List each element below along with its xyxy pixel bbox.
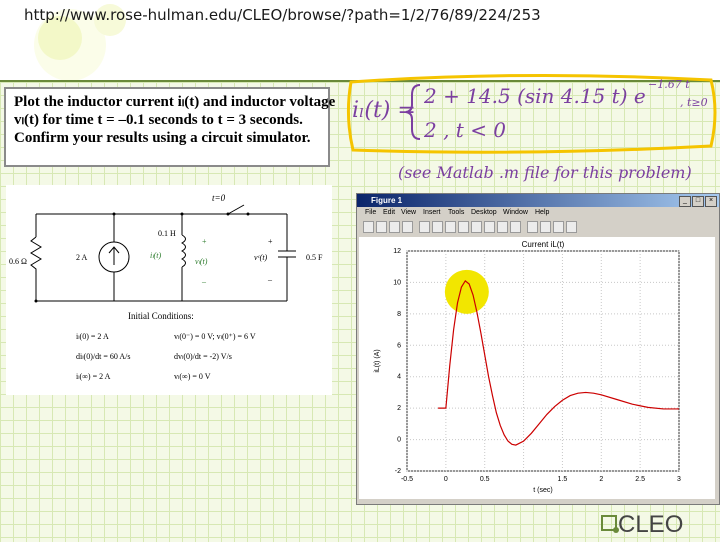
menu-help[interactable]: Help xyxy=(535,209,549,216)
equation-lhs: iₗ(t) = xyxy=(352,98,416,123)
pan-icon[interactable] xyxy=(458,221,469,233)
rotate-icon[interactable] xyxy=(471,221,482,233)
matlab-note: (see Matlab .m file for this problem) xyxy=(398,163,692,182)
condition-vl-inf: vₗ(∞) = 0 V xyxy=(174,372,211,381)
zoom-in-icon[interactable] xyxy=(432,221,443,233)
capacitor-plus: + xyxy=(268,237,273,246)
brush-icon[interactable] xyxy=(497,221,508,233)
figure-title: Figure 1 xyxy=(371,196,403,205)
y-tick-label: 4 xyxy=(397,374,401,381)
y-tick-label: 8 xyxy=(397,311,401,318)
conditions-title: Initial Conditions: xyxy=(128,311,194,321)
condition-il-inf: iₗ(∞) = 2 A xyxy=(76,372,111,381)
inductor-voltage-label: vₗ(t) xyxy=(195,257,208,266)
chart-title: Current iL(t) xyxy=(522,240,565,249)
plot-tools-icon[interactable] xyxy=(553,221,564,233)
close-button[interactable]: × xyxy=(705,196,717,207)
circuit-diagram: t=0 0.1 H 0.6 Ω 2 A 0.5 F iₗ(t) vₗ(t) vᶜ… xyxy=(6,185,332,395)
matlab-figure-window[interactable]: Figure 1 _ □ × File Edit View Insert Too… xyxy=(356,193,720,505)
figure-toolbar xyxy=(359,221,715,235)
dock-icon[interactable] xyxy=(566,221,577,233)
menu-file[interactable]: File xyxy=(365,209,376,216)
x-tick-label: 1.5 xyxy=(558,476,568,483)
maximize-button[interactable]: □ xyxy=(692,196,704,207)
datacursor-icon[interactable] xyxy=(484,221,495,233)
x-tick-label: -0.5 xyxy=(401,476,413,483)
inductor-plus: + xyxy=(202,237,207,246)
link-icon[interactable] xyxy=(510,221,521,233)
condition-vl0: vₗ(0⁻) = 0 V; vₗ(0⁺) = 6 V xyxy=(174,332,256,341)
y-tick-label: 0 xyxy=(397,437,401,444)
condition-dvl: dvₗ(0)/dt = -2) V/s xyxy=(174,352,232,361)
menu-desktop[interactable]: Desktop xyxy=(471,209,497,216)
legend-icon[interactable] xyxy=(540,221,551,233)
save-icon[interactable] xyxy=(389,221,400,233)
equation-case-2: 2 , t < 0 xyxy=(424,118,507,142)
x-axis-label: t (sec) xyxy=(533,487,552,494)
problem-line-2: vₗ(t) for time t = –0.1 seconds to t = 3… xyxy=(14,112,303,128)
figure-titlebar[interactable]: Figure 1 _ □ × xyxy=(357,194,719,207)
circuit-schematic xyxy=(30,204,296,303)
switch-label: t=0 xyxy=(212,193,226,203)
peak-highlight xyxy=(444,269,489,314)
cleo-logo: CLEO xyxy=(601,511,683,538)
inductor-minus: – xyxy=(202,277,206,286)
new-icon[interactable] xyxy=(363,221,374,233)
y-tick-label: 10 xyxy=(393,279,401,286)
condition-dil: diₗ(0)/dt = 60 A/s xyxy=(76,352,131,361)
y-axis-label: iL(t) (A) xyxy=(374,349,381,372)
menu-window[interactable]: Window xyxy=(503,209,528,216)
y-tick-label: -2 xyxy=(395,468,401,475)
x-tick-label: 0.5 xyxy=(480,476,490,483)
resistor-value: 0.6 Ω xyxy=(9,257,27,266)
menu-tools[interactable]: Tools xyxy=(448,209,464,216)
equation-case-1: 2 + 14.5 (sin 4.15 t) e xyxy=(424,84,646,108)
logo-text: CLEO xyxy=(618,511,683,538)
zoom-out-icon[interactable] xyxy=(445,221,456,233)
problem-line-1: Plot the inductor current iₗ(t) and indu… xyxy=(14,94,336,110)
equation-exponent: −1.67 t xyxy=(648,78,690,91)
plot-area: -0.5 0 0.5 1.5 2 2.5 3 -2 0 2 4 6 8 10 12 Current iL(t)… xyxy=(359,237,715,499)
capacitor-value: 0.5 F xyxy=(306,253,323,262)
capacitor-voltage-label: vᶜ(t) xyxy=(254,253,268,262)
x-tick-label: 2 xyxy=(599,476,603,483)
inductor-current-label: iₗ(t) xyxy=(150,251,162,260)
colorbar-icon[interactable] xyxy=(527,221,538,233)
x-tick-label: 3 xyxy=(677,476,681,483)
source-value: 2 A xyxy=(76,253,88,262)
capacitor-minus: – xyxy=(268,275,272,284)
print-icon[interactable] xyxy=(402,221,413,233)
menu-view[interactable]: View xyxy=(401,209,416,216)
y-tick-label: 12 xyxy=(393,248,401,255)
y-tick-label: 2 xyxy=(397,405,401,412)
inductor-value: 0.1 H xyxy=(158,229,176,238)
open-icon[interactable] xyxy=(376,221,387,233)
condition-il0: iₗ(0) = 2 A xyxy=(76,332,109,341)
current-chart: -0.5 0 0.5 1.5 2 2.5 3 -2 0 2 4 6 8 10 12 Current iL(t)… xyxy=(374,240,681,494)
arrow-icon[interactable] xyxy=(419,221,430,233)
y-tick-label: 6 xyxy=(397,342,401,349)
problem-statement: Plot the inductor current iₗ(t) and indu… xyxy=(4,87,336,167)
equation-condition-1: , t≥0 xyxy=(680,96,708,109)
menu-insert[interactable]: Insert xyxy=(423,209,441,216)
x-tick-label: 2.5 xyxy=(635,476,645,483)
menu-edit[interactable]: Edit xyxy=(383,209,395,216)
problem-line-3: Confirm your results using a circuit sim… xyxy=(14,130,311,146)
minimize-button[interactable]: _ xyxy=(679,196,691,207)
page-url[interactable]: http://www.rose-hulman.edu/CLEO/browse/?… xyxy=(24,6,541,24)
x-tick-label: 0 xyxy=(444,476,448,483)
figure-menubar: File Edit View Insert Tools Desktop Wind… xyxy=(357,208,719,220)
